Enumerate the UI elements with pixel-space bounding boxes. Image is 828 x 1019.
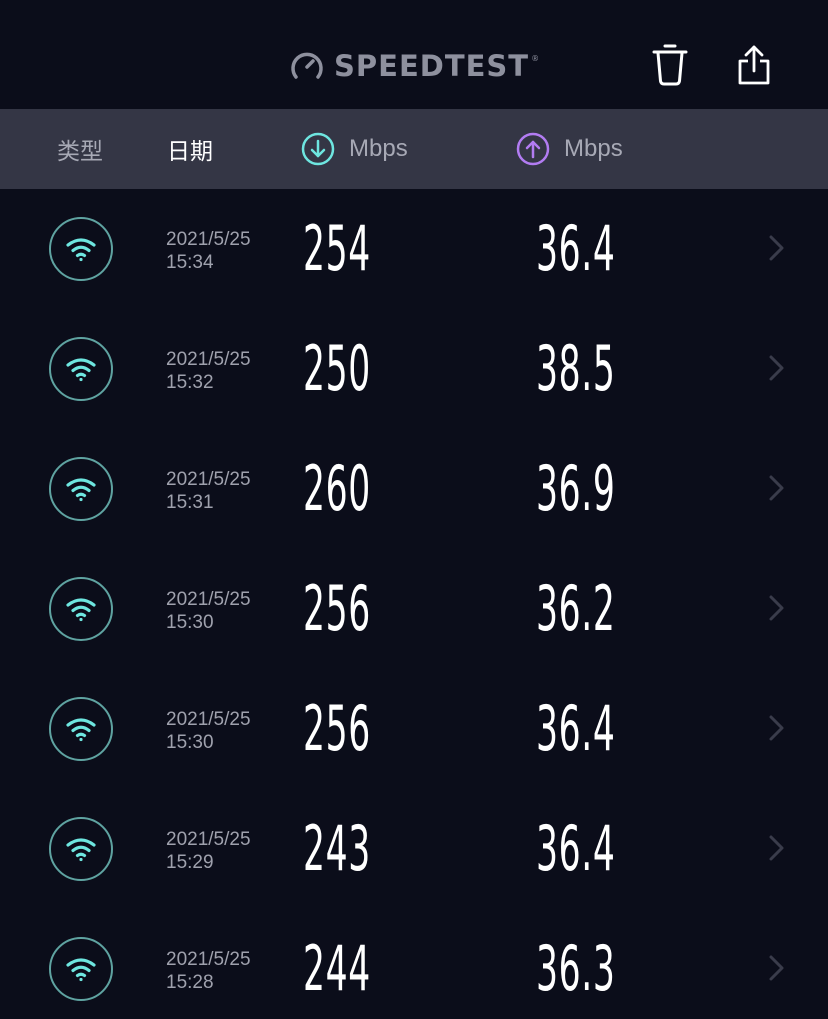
download-unit-label: Mbps [349,135,408,162]
download-speed: 244 [303,932,371,1005]
result-time: 15:30 [166,612,214,633]
column-header-download[interactable]: Mbps [301,109,408,189]
result-time: 15:31 [166,492,214,513]
result-date: 2021/5/25 [166,469,251,490]
wifi-icon [66,838,96,862]
result-row[interactable]: 2021/5/25 15:32 250 38.5 [0,309,828,429]
connection-type-badge [49,937,113,1001]
chevron-right-icon [769,955,784,981]
result-datetime: 2021/5/25 15:34 [166,228,251,274]
result-row[interactable]: 2021/5/25 15:30 256 36.4 [0,669,828,789]
result-datetime: 2021/5/25 15:31 [166,468,251,514]
result-date: 2021/5/25 [166,949,251,970]
result-date: 2021/5/25 [166,349,251,370]
brand-trademark: ® [531,54,540,63]
share-button[interactable] [731,42,777,88]
result-time: 15:34 [166,252,214,273]
result-datetime: 2021/5/25 15:32 [166,348,251,394]
wifi-icon [66,598,96,622]
connection-type-badge [49,217,113,281]
wifi-icon [66,358,96,382]
speedometer-icon [290,51,324,81]
result-datetime: 2021/5/25 15:30 [166,588,251,634]
result-datetime: 2021/5/25 15:28 [166,948,251,994]
download-speed: 254 [303,212,371,285]
upload-speed: 36.3 [536,932,616,1005]
upload-speed: 36.4 [536,212,616,285]
upload-speed: 36.4 [536,692,616,765]
brand-name: SPEEDTEST [334,49,530,83]
arrow-up-circle-icon [516,132,550,166]
chevron-right-icon [769,475,784,501]
result-date: 2021/5/25 [166,829,251,850]
upload-speed: 38.5 [536,332,616,405]
arrow-down-circle-icon [301,132,335,166]
chevron-right-icon [769,355,784,381]
column-header-upload[interactable]: Mbps [516,109,623,189]
results-list: 2021/5/25 15:34 254 36.4 2021/5/25 15:32 [0,189,828,1019]
download-speed: 256 [303,692,371,765]
upload-speed: 36.9 [536,452,616,525]
chevron-right-icon [769,715,784,741]
result-row[interactable]: 2021/5/25 15:28 244 36.3 [0,909,828,1019]
result-datetime: 2021/5/25 15:29 [166,828,251,874]
upload-speed: 36.2 [536,572,616,645]
result-row[interactable]: 2021/5/25 15:31 260 36.9 [0,429,828,549]
upload-speed: 36.4 [536,812,616,885]
chevron-right-icon [769,835,784,861]
wifi-icon [66,478,96,502]
result-datetime: 2021/5/25 15:30 [166,708,251,754]
connection-type-badge [49,817,113,881]
download-speed: 250 [303,332,371,405]
result-date: 2021/5/25 [166,229,251,250]
top-bar: SPEEDTEST ® [0,0,828,109]
result-time: 15:30 [166,732,214,753]
result-time: 15:32 [166,372,214,393]
results-table-header: 类型 日期 Mbps Mbps [0,109,828,189]
result-date: 2021/5/25 [166,589,251,610]
result-time: 15:28 [166,972,214,993]
trash-icon [652,44,688,86]
wifi-icon [66,958,96,982]
speedtest-logo: SPEEDTEST ® [290,46,539,86]
result-row[interactable]: 2021/5/25 15:30 256 36.2 [0,549,828,669]
connection-type-badge [49,577,113,641]
connection-type-badge [49,337,113,401]
chevron-right-icon [769,235,784,261]
download-speed: 243 [303,812,371,885]
column-header-type[interactable]: 类型 [57,109,103,189]
share-icon [738,45,770,85]
result-date: 2021/5/25 [166,709,251,730]
result-row[interactable]: 2021/5/25 15:34 254 36.4 [0,189,828,309]
upload-unit-label: Mbps [564,135,623,162]
delete-button[interactable] [647,42,693,88]
speedtest-results-screen: SPEEDTEST ® 类型 日期 Mbps Mbps 2021/5/25 15… [0,0,828,1019]
wifi-icon [66,718,96,742]
download-speed: 256 [303,572,371,645]
connection-type-badge [49,457,113,521]
wifi-icon [66,238,96,262]
download-speed: 260 [303,452,371,525]
column-header-date[interactable]: 日期 [167,109,213,189]
chevron-right-icon [769,595,784,621]
result-row[interactable]: 2021/5/25 15:29 243 36.4 [0,789,828,909]
connection-type-badge [49,697,113,761]
result-time: 15:29 [166,852,214,873]
